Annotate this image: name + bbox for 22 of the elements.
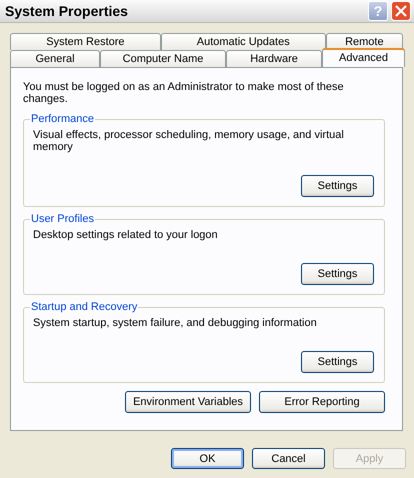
group-title: User Profiles: [30, 213, 95, 225]
tab[interactable]: Hardware: [226, 50, 322, 67]
tab[interactable]: System Restore: [10, 33, 161, 50]
tab[interactable]: Advanced: [322, 48, 405, 67]
group-title: Startup and Recovery: [30, 301, 138, 313]
tab[interactable]: Automatic Updates: [160, 33, 326, 50]
admin-notice: You must be logged on as an Administrator to make most of these changes.: [23, 81, 345, 105]
dialog-button[interactable]: Cancel: [252, 448, 325, 469]
close-icon[interactable]: [391, 1, 411, 21]
panel-button[interactable]: Error Reporting: [259, 391, 385, 413]
settings-button[interactable]: Settings: [301, 175, 374, 197]
group-title: Performance: [30, 113, 95, 125]
group-description: System startup, system failure, and debugging information: [33, 317, 318, 329]
window-title: System Properties: [4, 3, 129, 19]
group-description: Desktop settings related to your logon: [33, 229, 219, 241]
settings-button[interactable]: Settings: [301, 263, 374, 285]
settings-button[interactable]: Settings: [301, 351, 374, 373]
dialog-button[interactable]: OK: [171, 448, 244, 469]
panel-button[interactable]: Environment Variables: [125, 391, 251, 413]
tab[interactable]: Computer Name: [100, 50, 226, 67]
tab[interactable]: General: [10, 50, 100, 67]
group-description: Visual effects, processor scheduling, memory usage, and virtual memory: [33, 129, 345, 153]
